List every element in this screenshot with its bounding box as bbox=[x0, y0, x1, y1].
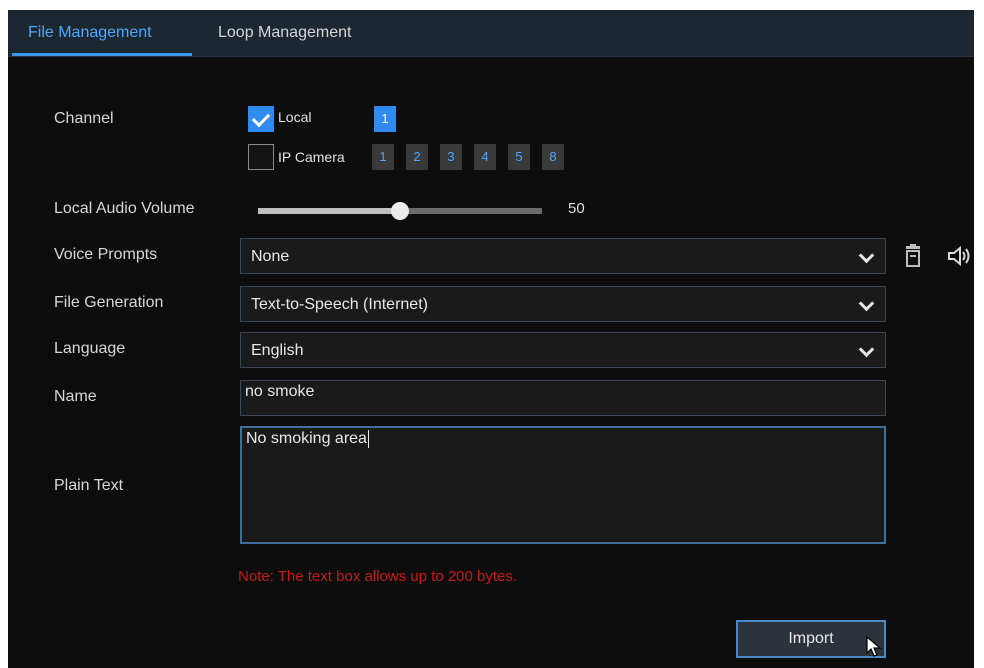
chevron-down-icon bbox=[857, 239, 875, 275]
chevron-down-icon bbox=[857, 287, 875, 323]
audio-volume-value: 50 bbox=[568, 200, 585, 217]
plain-text-input[interactable]: No smoking area bbox=[240, 426, 886, 544]
ip-camera-channel-8[interactable]: 8 bbox=[542, 144, 564, 170]
audio-settings-panel: File Management Loop Management Channel … bbox=[8, 10, 974, 668]
name-label: Name bbox=[54, 388, 97, 405]
tab-file-management[interactable]: File Management bbox=[22, 20, 158, 46]
mouse-cursor-icon bbox=[866, 635, 882, 658]
active-tab-indicator bbox=[12, 53, 192, 56]
trash-icon[interactable] bbox=[900, 243, 926, 269]
byte-limit-note: Note: The text box allows up to 200 byte… bbox=[238, 568, 518, 585]
speaker-icon[interactable] bbox=[946, 243, 972, 269]
local-checkbox[interactable] bbox=[248, 106, 274, 132]
local-label: Local bbox=[278, 109, 312, 125]
ip-camera-channel-1[interactable]: 1 bbox=[372, 144, 394, 170]
slider-fill bbox=[258, 208, 400, 214]
plain-text-value: No smoking area bbox=[246, 430, 367, 448]
language-value: English bbox=[251, 342, 304, 359]
channel-label: Channel bbox=[54, 110, 114, 127]
chevron-down-icon bbox=[857, 333, 875, 369]
voice-prompts-select[interactable]: None bbox=[240, 238, 886, 274]
text-caret bbox=[367, 430, 369, 448]
ip-camera-channel-5[interactable]: 5 bbox=[508, 144, 530, 170]
name-input[interactable]: no smoke bbox=[240, 380, 886, 416]
file-generation-value: Text-to-Speech (Internet) bbox=[251, 296, 428, 313]
ip-camera-channel-2[interactable]: 2 bbox=[406, 144, 428, 170]
import-button[interactable]: Import bbox=[736, 620, 886, 658]
tab-bar: File Management Loop Management bbox=[8, 10, 974, 57]
slider-thumb[interactable] bbox=[391, 202, 409, 220]
audio-volume-label: Local Audio Volume bbox=[54, 200, 195, 217]
audio-volume-slider[interactable] bbox=[258, 202, 542, 220]
tab-loop-management[interactable]: Loop Management bbox=[212, 20, 357, 46]
file-generation-select[interactable]: Text-to-Speech (Internet) bbox=[240, 286, 886, 322]
ip-camera-checkbox[interactable] bbox=[248, 144, 274, 170]
voice-prompts-label: Voice Prompts bbox=[54, 246, 158, 263]
ip-camera-channel-3[interactable]: 3 bbox=[440, 144, 462, 170]
file-generation-label: File Generation bbox=[54, 294, 164, 311]
plain-text-label: Plain Text bbox=[54, 477, 124, 494]
ip-camera-label: IP Camera bbox=[278, 149, 345, 165]
voice-prompts-value: None bbox=[251, 248, 290, 265]
name-input-value: no smoke bbox=[245, 383, 315, 400]
local-channel-1[interactable]: 1 bbox=[374, 106, 396, 132]
ip-camera-channel-4[interactable]: 4 bbox=[474, 144, 496, 170]
language-label: Language bbox=[54, 340, 126, 357]
language-select[interactable]: English bbox=[240, 332, 886, 368]
